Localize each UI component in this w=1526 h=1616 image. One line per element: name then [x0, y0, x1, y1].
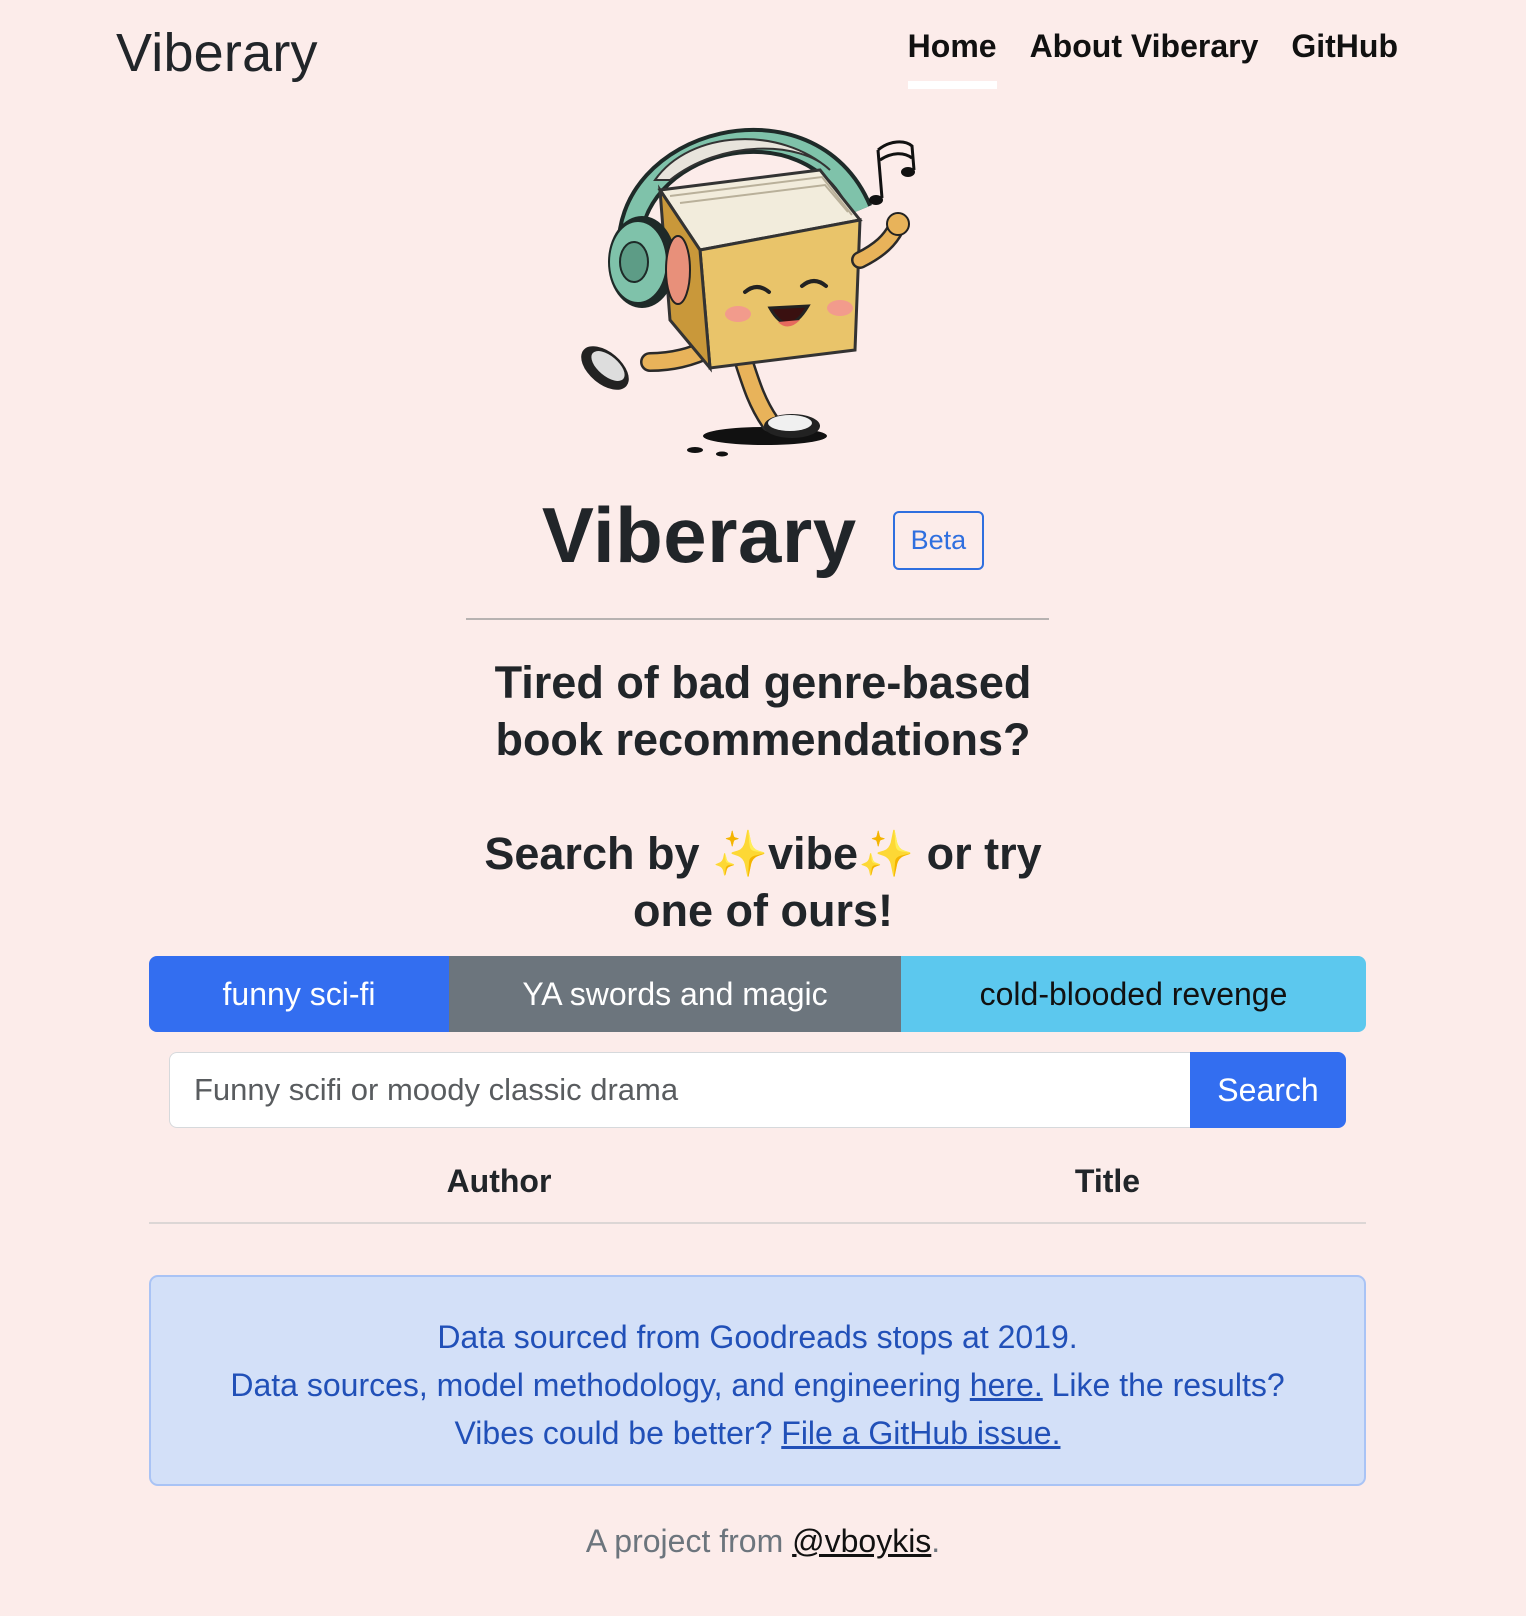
info-text: Like the results?: [1042, 1367, 1285, 1403]
beta-badge: Beta: [892, 511, 985, 570]
info-line: Data sourced from Goodreads stops at 201…: [437, 1319, 1078, 1355]
tagline-line: Tired of bad genre-based: [494, 657, 1032, 708]
preset-ya-swords-magic-button[interactable]: YA swords and magic: [449, 956, 901, 1032]
nav-home-link[interactable]: Home: [907, 28, 997, 89]
title-row: Viberary Beta: [0, 490, 1526, 581]
info-alert: Data sourced from Goodreads stops at 201…: [149, 1275, 1366, 1486]
footer: A project from @vboykis.: [0, 1523, 1526, 1560]
github-issue-link[interactable]: File a GitHub issue.: [781, 1415, 1060, 1451]
footer-text: .: [931, 1523, 941, 1559]
main-nav: Home About Viberary GitHub: [907, 28, 1398, 89]
search-form: Search: [169, 1052, 1346, 1128]
nav-github-link[interactable]: GitHub: [1291, 28, 1398, 89]
page-title: Viberary: [541, 491, 857, 579]
title-divider: [466, 618, 1049, 620]
search-prompt: one of ours!: [633, 885, 893, 936]
sparkle-icon: ✨: [711, 828, 769, 879]
info-line: Data sources, model methodology, and eng…: [151, 1361, 1364, 1409]
tagline: Tired of bad genre-based book recommenda…: [0, 654, 1526, 939]
tagline-line: book recommendations?: [495, 714, 1031, 765]
preset-funny-sci-fi-button[interactable]: funny sci-fi: [149, 956, 449, 1032]
navbar: Viberary Home About Viberary GitHub: [0, 0, 1526, 100]
methodology-link[interactable]: here.: [970, 1367, 1043, 1403]
info-line: Vibes could be better? File a GitHub iss…: [151, 1409, 1364, 1457]
dancing-book-mascot-icon: [581, 127, 916, 457]
search-prompt-text: Search by: [484, 828, 712, 879]
info-text: Vibes could be better?: [454, 1415, 782, 1451]
search-input[interactable]: [169, 1052, 1190, 1128]
author-link[interactable]: @vboykis: [792, 1523, 931, 1559]
search-prompt-text: or try: [914, 828, 1042, 879]
table-header-row: Author Title: [149, 1160, 1366, 1224]
preset-cold-blooded-revenge-button[interactable]: cold-blooded revenge: [901, 956, 1366, 1032]
brand-link[interactable]: Viberary: [116, 22, 318, 84]
vibe-word: vibe: [768, 828, 859, 879]
search-button[interactable]: Search: [1190, 1052, 1346, 1128]
results-table: Author Title: [149, 1160, 1366, 1224]
sparkle-icon: ✨: [858, 828, 915, 879]
footer-text: A project from: [585, 1523, 793, 1559]
info-text: Data sources, model methodology, and eng…: [230, 1367, 970, 1403]
preset-button-group: funny sci-fi YA swords and magic cold-bl…: [149, 956, 1366, 1032]
nav-about-link[interactable]: About Viberary: [1030, 28, 1259, 89]
column-header-title: Title: [849, 1160, 1366, 1224]
search-prompt: Search by ✨vibe✨ or try: [0, 825, 1526, 882]
column-header-author: Author: [149, 1160, 849, 1224]
